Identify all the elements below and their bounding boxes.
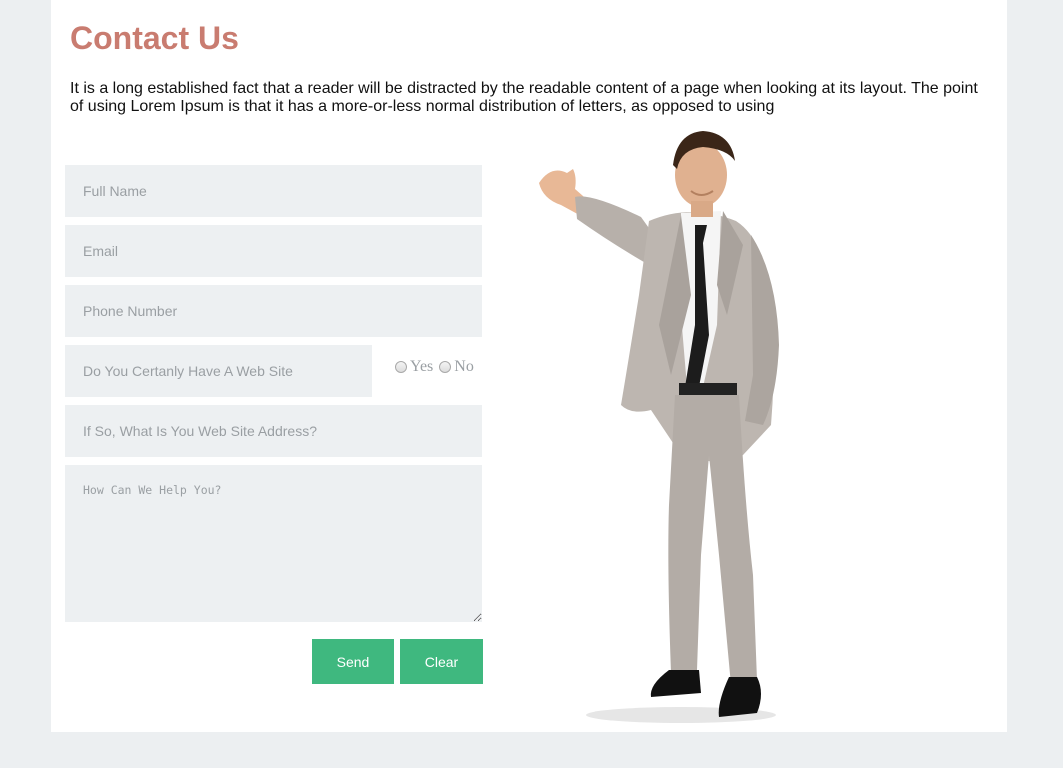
- businessman-presenting-illustration: [539, 131, 779, 723]
- intro-text: It is a long established fact that a rea…: [70, 80, 978, 115]
- phone-input[interactable]: [65, 285, 482, 337]
- website-radio-group: Yes No: [395, 358, 476, 376]
- help-textarea[interactable]: [65, 465, 482, 622]
- send-button[interactable]: Send: [312, 639, 394, 684]
- page-title: Contact Us: [70, 20, 239, 56]
- radio-no[interactable]: No: [439, 358, 474, 376]
- radio-yes[interactable]: Yes: [395, 358, 433, 376]
- radio-no-label: No: [454, 358, 474, 375]
- radio-no-icon[interactable]: [439, 361, 452, 373]
- website-address-input[interactable]: [65, 405, 482, 457]
- website-question-input[interactable]: [65, 345, 372, 397]
- contact-card: Contact Us It is a long established fact…: [51, 0, 1007, 732]
- email-input[interactable]: [65, 225, 482, 277]
- radio-yes-label: Yes: [410, 358, 434, 375]
- clear-button[interactable]: Clear: [400, 639, 483, 684]
- full-name-input[interactable]: [65, 165, 482, 217]
- radio-yes-icon[interactable]: [395, 361, 407, 373]
